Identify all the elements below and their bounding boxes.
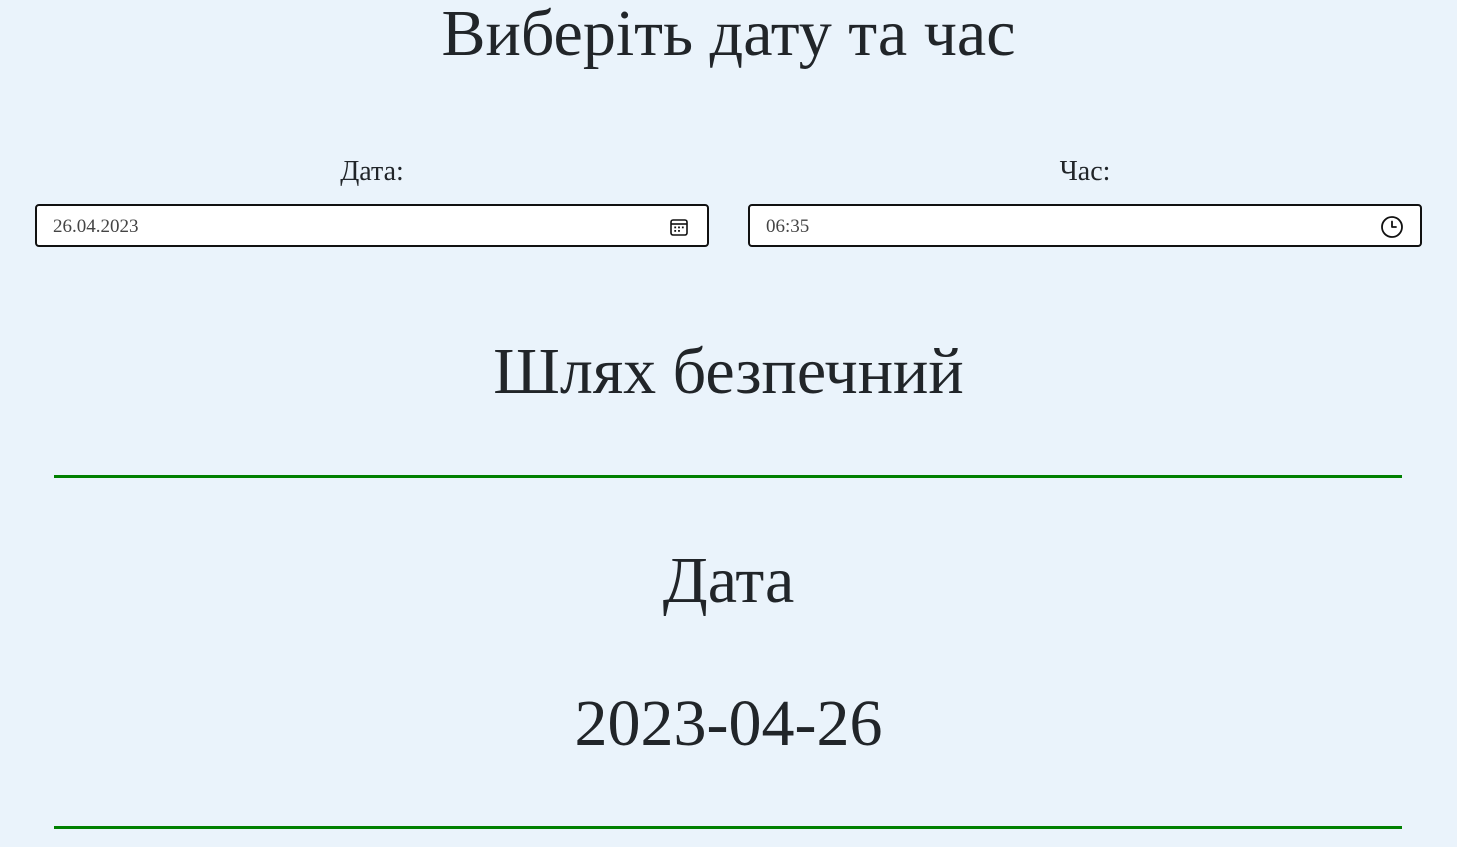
time-input[interactable]: 06:35	[748, 204, 1422, 247]
date-label: Дата:	[340, 156, 404, 187]
date-field-group: Дата: 26.04.2023	[35, 154, 709, 247]
divider	[54, 475, 1402, 478]
clock-icon[interactable]	[1380, 215, 1404, 239]
time-field-group: Час: 06:35	[748, 154, 1422, 247]
time-input-value: 06:35	[766, 216, 810, 237]
date-input[interactable]: 26.04.2023	[35, 204, 709, 247]
divider	[54, 826, 1402, 829]
calendar-icon[interactable]	[667, 215, 691, 239]
result-heading: Дата	[662, 544, 795, 617]
result-date-value: 2023-04-26	[574, 687, 883, 760]
route-status: Шлях безпечний	[493, 335, 964, 408]
date-input-value: 26.04.2023	[53, 216, 139, 237]
page: Виберіть дату та час Дата: 26.04.2023 Ча…	[0, 0, 1457, 847]
page-title: Виберіть дату та час	[441, 0, 1016, 70]
time-label: Час:	[1059, 156, 1111, 187]
